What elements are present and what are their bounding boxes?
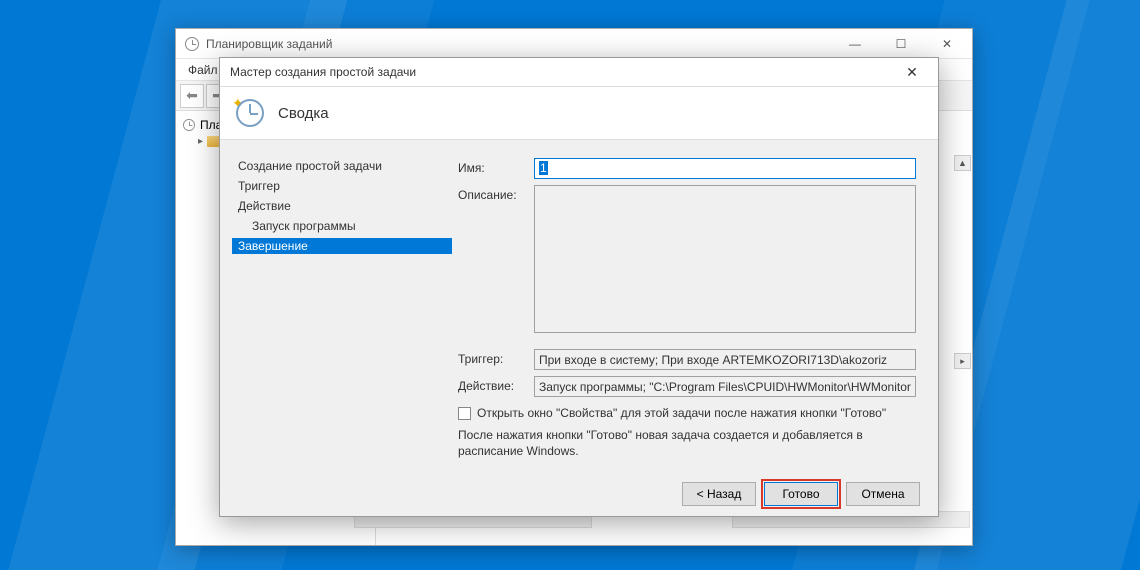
open-properties-checkbox[interactable]	[458, 407, 471, 420]
nav-step-trigger[interactable]: Триггер	[232, 178, 452, 194]
close-button[interactable]: ✕	[924, 29, 970, 59]
scroll-up-button[interactable]: ▲	[954, 155, 971, 171]
description-textarea[interactable]	[534, 185, 916, 333]
wizard-title: Мастер создания простой задачи	[230, 65, 416, 79]
info-text: После нажатия кнопки "Готово" новая зада…	[458, 427, 916, 459]
nav-step-finish[interactable]: Завершение	[232, 238, 452, 254]
nav-step-run-program[interactable]: Запуск программы	[232, 218, 452, 234]
wizard-clock-icon: ✦	[234, 97, 266, 129]
action-label: Действие:	[458, 376, 534, 393]
wizard-heading: Сводка	[278, 105, 329, 122]
trigger-field	[534, 349, 916, 370]
name-input[interactable]: 1	[534, 158, 916, 179]
wizard-close-button[interactable]: ✕	[892, 59, 932, 85]
minimize-button[interactable]: —	[832, 29, 878, 59]
window-title: Планировщик заданий	[206, 37, 832, 51]
wizard-dialog: Мастер создания простой задачи ✕ ✦ Сводк…	[219, 57, 939, 517]
titlebar[interactable]: Планировщик заданий — ☐ ✕	[176, 29, 972, 59]
finish-button[interactable]: Готово	[764, 482, 838, 506]
app-icon	[184, 36, 200, 52]
description-label: Описание:	[458, 185, 534, 202]
nav-step-action[interactable]: Действие	[232, 198, 452, 214]
cancel-button[interactable]: Отмена	[846, 482, 920, 506]
clock-icon	[183, 119, 195, 131]
action-field	[534, 376, 916, 397]
maximize-button[interactable]: ☐	[878, 29, 924, 59]
wizard-header: ✦ Сводка	[220, 86, 938, 140]
nav-back-button[interactable]: ⬅	[180, 84, 204, 108]
back-button[interactable]: < Назад	[682, 482, 756, 506]
nav-step-create[interactable]: Создание простой задачи	[232, 158, 452, 174]
wizard-form: Имя: 1 Описание: Триггер: Действие: Откр…	[452, 140, 938, 472]
name-label: Имя:	[458, 158, 534, 175]
scroll-right-button[interactable]: ▸	[954, 353, 971, 369]
checkbox-label[interactable]: Открыть окно "Свойства" для этой задачи …	[477, 405, 886, 421]
expand-icon[interactable]: ▸	[198, 136, 203, 147]
wizard-titlebar[interactable]: Мастер создания простой задачи ✕	[220, 58, 938, 86]
wizard-nav: Создание простой задачи Триггер Действие…	[220, 140, 452, 472]
wizard-footer: < Назад Готово Отмена	[220, 472, 938, 516]
trigger-label: Триггер:	[458, 349, 534, 366]
